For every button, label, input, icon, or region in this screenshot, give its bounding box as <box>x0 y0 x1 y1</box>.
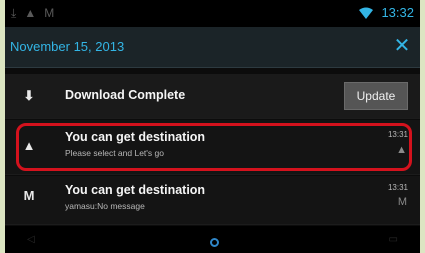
gmail-icon: M <box>23 188 35 203</box>
gmail-small-icon: M <box>397 196 407 208</box>
notification-title: You can get destination <box>65 130 206 144</box>
status-time: 13:32 <box>381 5 414 20</box>
notification-subtitle: yamasu:No message <box>65 201 145 211</box>
status-bar: ⤓ ▲ M 13:32 <box>5 0 420 27</box>
download-icon: ⤓ <box>11 6 17 20</box>
close-icon[interactable]: ✕ <box>392 36 412 56</box>
notification-time: 13:31 <box>387 130 408 139</box>
notification-destination-navi[interactable]: ▲ You can get destination Please select … <box>5 120 420 175</box>
menu-icon[interactable]: ▭ <box>389 234 398 245</box>
gmail-icon: M <box>44 6 55 20</box>
status-icons-left: ⤓ ▲ M <box>11 4 54 22</box>
bottom-nav-bar: ◁ ▭ <box>5 226 420 253</box>
back-icon[interactable]: ◁ <box>27 234 35 245</box>
notification-download-complete[interactable]: ⬇ Download Complete Update <box>5 74 420 119</box>
date-label: November 15, 2013 <box>10 39 125 54</box>
notification-time: 13:31 <box>387 183 408 192</box>
notification-subtitle: Please select and Let's go <box>65 148 164 158</box>
download-complete-icon: ⬇ <box>23 88 35 103</box>
navigation-icon: ▲ <box>24 6 37 20</box>
notification-title: You can get destination <box>65 183 206 197</box>
date-header: November 15, 2013 ✕ <box>5 27 420 68</box>
navigation-small-icon: ▲ <box>396 144 407 156</box>
navigation-icon: ▲ <box>22 138 36 153</box>
update-button[interactable]: Update <box>344 82 408 110</box>
notification-panel: ⤓ ▲ M 13:32 November 15, 2013 ✕ ⬇ Downlo… <box>5 0 420 253</box>
status-icons-right: 13:32 <box>359 4 414 22</box>
notification-title: Download Complete <box>65 88 186 102</box>
notification-destination-mail[interactable]: M You can get destination yamasu:No mess… <box>5 176 420 225</box>
wifi-icon <box>359 7 374 19</box>
home-indicator-icon[interactable] <box>210 238 219 247</box>
